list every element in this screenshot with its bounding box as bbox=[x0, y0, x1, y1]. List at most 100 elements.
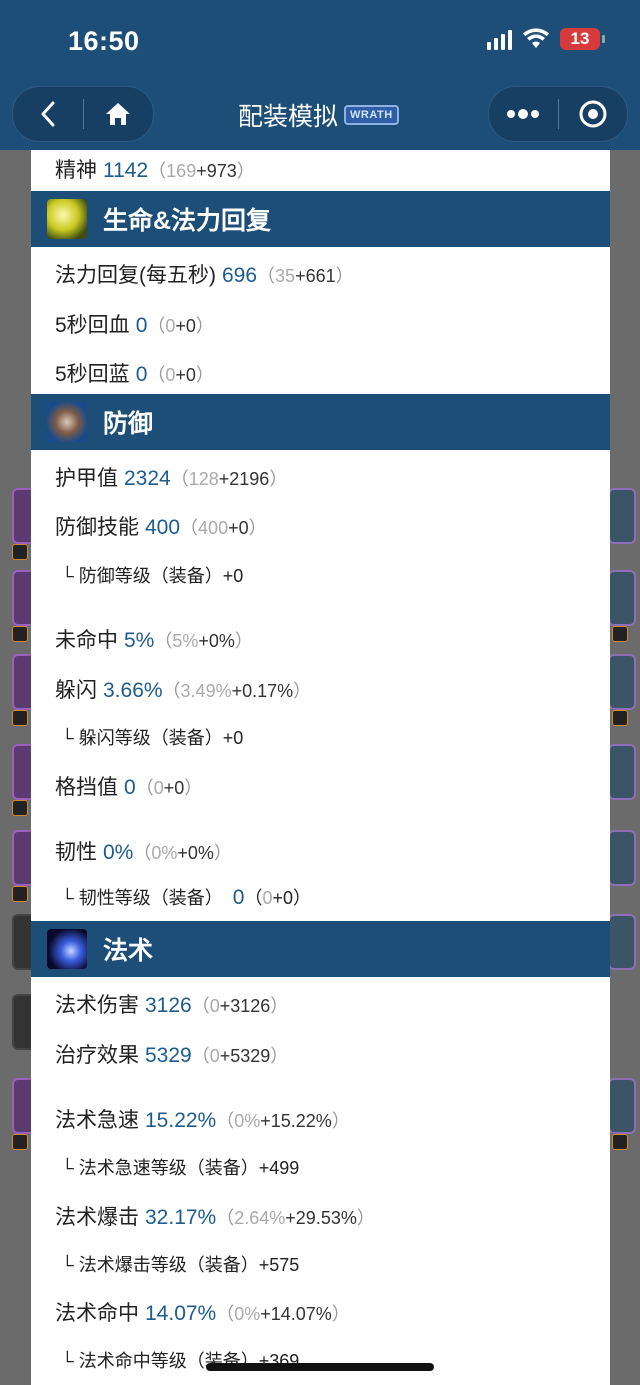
stat-label: 精神 bbox=[55, 159, 97, 182]
stat-label: 躲闪 bbox=[55, 679, 97, 702]
paren: ） bbox=[195, 316, 214, 336]
stat-base: 0% bbox=[151, 843, 178, 863]
page-title-text: 配装模拟 bbox=[238, 103, 339, 131]
paren: ） bbox=[184, 778, 203, 798]
stat-value: 32.17% bbox=[145, 1206, 217, 1229]
stat-bonus: +0% bbox=[198, 631, 235, 651]
paren: （ bbox=[147, 365, 166, 385]
background-left bbox=[0, 150, 40, 1385]
stat-row: 法术急速 15.22%（0%+15.22%） bbox=[55, 1104, 350, 1134]
item-slot-icon bbox=[608, 570, 636, 626]
stat-base: 35 bbox=[275, 266, 296, 286]
stats-panel[interactable]: 精神 1142（169+973） 生命&法力回复 法力回复(每五秒) 696（35+… bbox=[31, 150, 610, 1385]
section-header-regen: 生命&法力回复 bbox=[31, 191, 610, 247]
sub-stat-resilience-rating: └ 韧性等级（装备） 0（0+0） bbox=[61, 884, 311, 910]
stat-base: 2.64% bbox=[234, 1208, 286, 1228]
item-badge-icon bbox=[612, 1134, 628, 1150]
paren: （ bbox=[216, 1208, 235, 1228]
stat-base: 3.49% bbox=[180, 681, 232, 701]
stat-bonus: +0.17% bbox=[231, 681, 294, 701]
paren: （ bbox=[135, 778, 154, 798]
paren: （ bbox=[257, 266, 276, 286]
paren: （ bbox=[244, 888, 263, 908]
stat-value: 5329 bbox=[145, 1044, 192, 1067]
stat-row: 未命中 5%（5%+0%） bbox=[55, 624, 253, 654]
stat-value: 0 bbox=[135, 314, 148, 337]
stat-label: 法术急速 bbox=[55, 1109, 139, 1132]
paren: ） bbox=[356, 1208, 375, 1228]
stat-base: 0 bbox=[165, 316, 176, 336]
item-slot-icon bbox=[608, 744, 636, 800]
stat-row: 法术伤害 3126（0+3126） bbox=[55, 989, 288, 1019]
home-button[interactable] bbox=[84, 87, 154, 141]
stat-bonus: +0 bbox=[175, 316, 196, 336]
paren: （ bbox=[154, 631, 173, 651]
stat-value: 15.22% bbox=[145, 1109, 217, 1132]
stat-base: 128 bbox=[188, 469, 219, 489]
stat-bonus: +0 bbox=[163, 778, 185, 798]
item-badge-icon bbox=[612, 626, 628, 642]
paren: ） bbox=[331, 1111, 350, 1131]
home-icon bbox=[106, 103, 131, 125]
stat-bonus: +0 bbox=[175, 365, 196, 385]
status-time: 16:50 bbox=[68, 26, 140, 56]
stat-label: 法术爆击 bbox=[55, 1206, 139, 1229]
stat-label: 法术伤害 bbox=[55, 994, 139, 1017]
paren: ） bbox=[293, 681, 312, 701]
stat-label: 韧性 bbox=[55, 841, 97, 864]
paren: （ bbox=[180, 518, 199, 538]
sub-stat-defense-rating: └ 防御等级（装备）+0 bbox=[61, 566, 244, 586]
background-right bbox=[608, 150, 640, 1385]
paren: ） bbox=[234, 631, 253, 651]
chevron-left-icon bbox=[41, 101, 55, 127]
item-badge-icon bbox=[12, 710, 28, 726]
close-miniprogram-button[interactable] bbox=[559, 87, 628, 141]
stat-value: 0% bbox=[103, 841, 134, 864]
paren: （ bbox=[191, 996, 210, 1016]
stat-bonus: +661 bbox=[295, 266, 336, 286]
stat-row: 韧性 0%（0%+0%） bbox=[55, 836, 232, 866]
stat-row: 格挡值 0（0+0） bbox=[55, 771, 202, 801]
paren: ） bbox=[213, 843, 232, 863]
item-slot-icon bbox=[608, 830, 636, 886]
paren: ） bbox=[293, 888, 311, 908]
back-button[interactable] bbox=[13, 87, 83, 141]
paren: ） bbox=[248, 518, 267, 538]
stat-base: 169 bbox=[166, 161, 197, 181]
nav-left-pill bbox=[12, 86, 154, 142]
stat-label: 护甲值 bbox=[55, 467, 118, 490]
paren: ） bbox=[270, 996, 289, 1016]
sub-stat-base: 0 bbox=[262, 888, 273, 908]
home-indicator[interactable] bbox=[206, 1363, 434, 1371]
stat-row: 法力回复(每五秒) 696（35+661） bbox=[55, 259, 354, 289]
section-header-defense: 防御 bbox=[31, 394, 610, 450]
stat-bonus: +2196 bbox=[218, 469, 270, 489]
paren: （ bbox=[216, 1111, 235, 1131]
nav-right-pill bbox=[488, 86, 628, 142]
paren: ） bbox=[236, 161, 255, 181]
wifi-icon bbox=[523, 28, 549, 48]
stat-bonus: +0 bbox=[228, 518, 249, 538]
more-dots-icon bbox=[507, 109, 540, 119]
stat-value: 14.07% bbox=[145, 1302, 217, 1325]
sub-stat-label: └ 韧性等级（装备） bbox=[61, 888, 223, 908]
stat-value: 696 bbox=[222, 264, 258, 287]
stat-base: 400 bbox=[198, 518, 229, 538]
item-slot-icon bbox=[608, 654, 636, 710]
stat-value: 400 bbox=[145, 516, 181, 539]
stat-row: 5秒回蓝 0（0+0） bbox=[55, 358, 214, 388]
stat-base: 0 bbox=[165, 365, 176, 385]
paren: （ bbox=[148, 161, 167, 181]
wrath-logo: WRATH bbox=[344, 105, 399, 125]
stat-label: 法术命中 bbox=[55, 1302, 139, 1325]
stat-bonus: +0% bbox=[177, 843, 214, 863]
stat-label: 防御技能 bbox=[55, 516, 139, 539]
paren: ） bbox=[195, 365, 214, 385]
stat-label: 5秒回血 bbox=[55, 314, 130, 337]
sub-stat-haste-rating: └ 法术急速等级（装备）+499 bbox=[61, 1158, 300, 1178]
stat-value: 2324 bbox=[124, 467, 171, 490]
more-button[interactable] bbox=[489, 87, 558, 141]
paren: （ bbox=[216, 1304, 235, 1324]
paren: （ bbox=[162, 681, 181, 701]
section-title: 法术 bbox=[103, 937, 154, 965]
